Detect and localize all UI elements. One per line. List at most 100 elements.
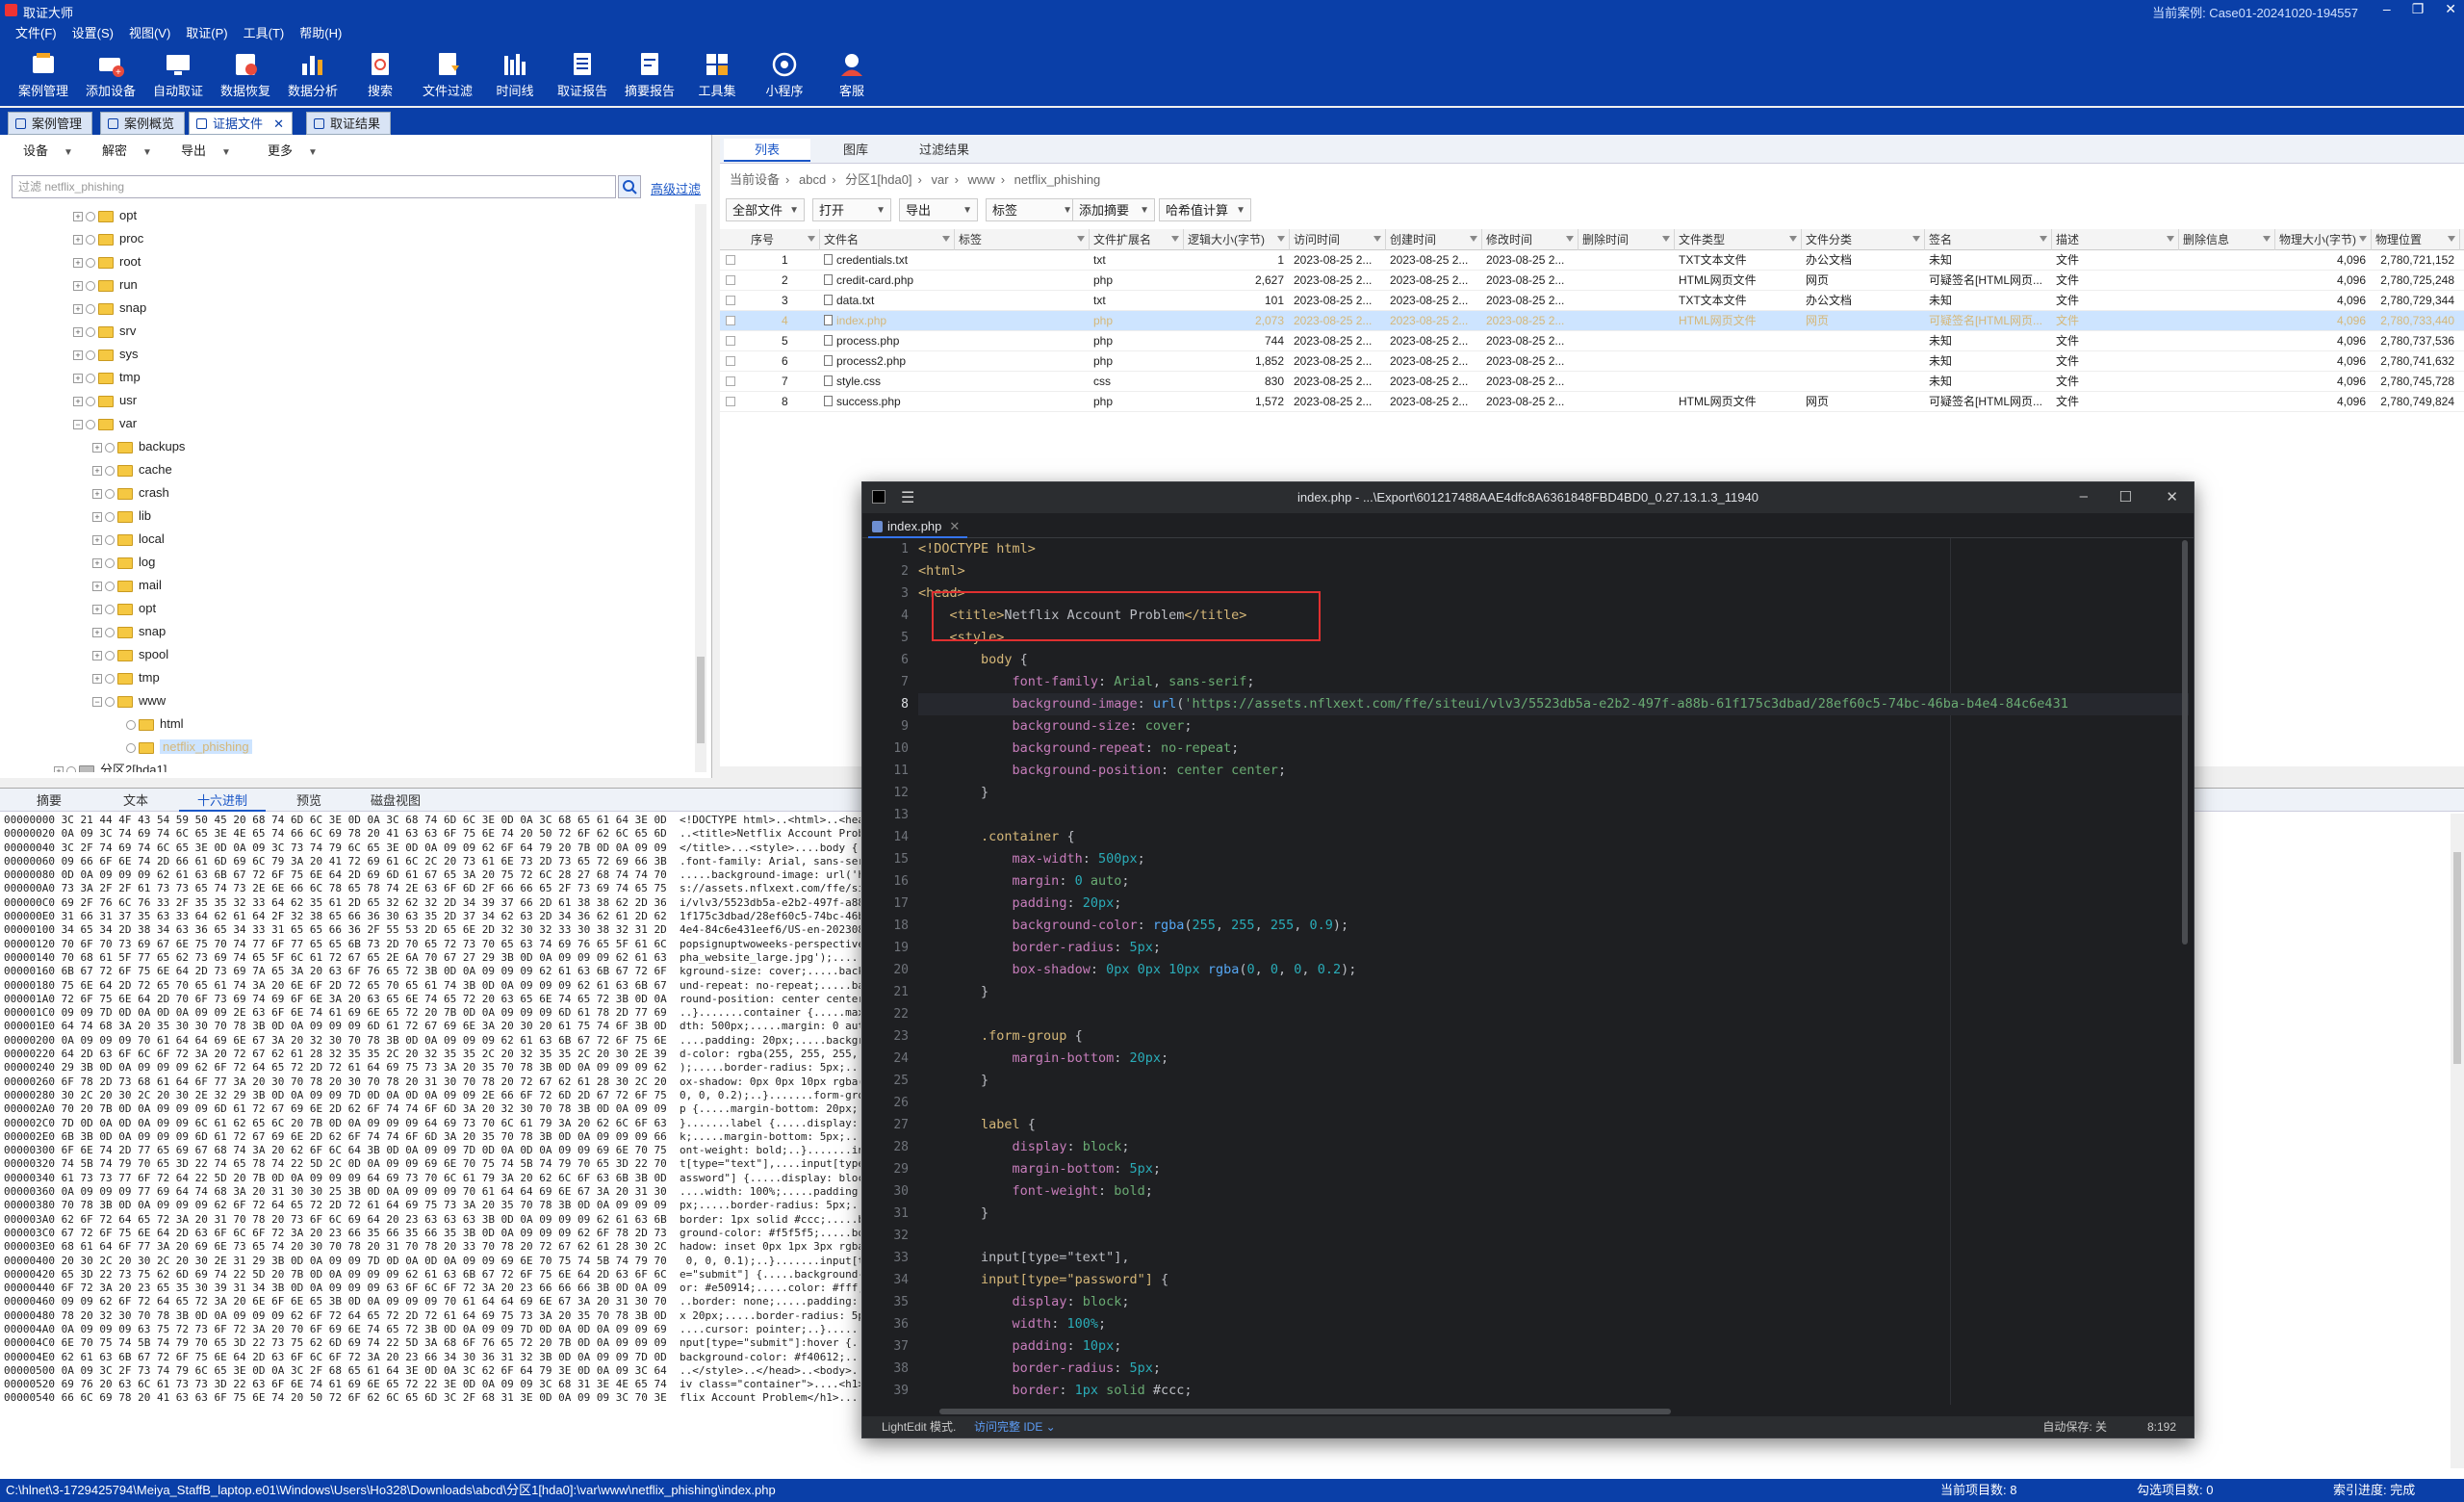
tab-gallery[interactable]: 图库: [812, 139, 899, 162]
tree-checkbox[interactable]: [86, 234, 95, 245]
tree-node[interactable]: + srv: [73, 320, 136, 343]
column-header[interactable]: 访问时间: [1290, 229, 1386, 250]
menu-tools[interactable]: 工具(T): [244, 21, 285, 46]
tree-checkbox[interactable]: [105, 650, 115, 660]
file-filter-button[interactable]: 文件过滤: [414, 50, 481, 99]
row-checkbox[interactable]: [726, 316, 735, 325]
table-row[interactable]: 8 success.php php 1,572 2023-08-25 2... 2023-…: [720, 392, 2464, 412]
column-filter-icon[interactable]: [1470, 236, 1477, 242]
expand-toggle-icon[interactable]: −: [73, 419, 83, 429]
column-filter-icon[interactable]: [1077, 236, 1085, 242]
hash-calc-dropdown[interactable]: 哈希值计算 ▼: [1159, 198, 1251, 221]
column-filter-icon[interactable]: [2040, 236, 2047, 242]
column-filter-icon[interactable]: [1789, 236, 1797, 242]
tree-checkbox[interactable]: [105, 442, 115, 453]
expand-toggle-icon[interactable]: +: [73, 211, 83, 221]
tree-checkbox[interactable]: [86, 396, 95, 406]
column-header[interactable]: 文件分类: [1802, 229, 1925, 250]
expand-toggle-icon[interactable]: +: [73, 303, 83, 314]
tree-node[interactable]: + spool: [92, 643, 168, 666]
tree-node[interactable]: + usr: [73, 389, 137, 412]
tree-checkbox[interactable]: [105, 511, 115, 522]
menu-view[interactable]: 视图(V): [129, 21, 170, 46]
tree-node[interactable]: + sys: [73, 343, 139, 366]
row-checkbox[interactable]: [726, 255, 735, 265]
tab-preview[interactable]: 预览: [266, 790, 352, 812]
column-header[interactable]: 删除信息: [2179, 229, 2275, 250]
expand-toggle-icon[interactable]: −: [92, 696, 102, 707]
editor-hscroll-thumb[interactable]: [939, 1409, 1671, 1414]
tree-node[interactable]: + snap: [73, 297, 146, 320]
tree-node[interactable]: + proc: [73, 227, 143, 250]
tab-case-overview[interactable]: 案例概览: [100, 112, 186, 135]
tree-checkbox[interactable]: [126, 719, 136, 730]
tree-node[interactable]: + log: [92, 551, 155, 574]
case-management-button[interactable]: 案例管理: [10, 50, 77, 99]
expand-toggle-icon[interactable]: +: [92, 581, 102, 591]
tree-node[interactable]: + local: [92, 528, 165, 551]
tree-checkbox[interactable]: [105, 673, 115, 684]
row-checkbox[interactable]: [726, 296, 735, 305]
customer-service-button[interactable]: 客服: [818, 50, 886, 99]
device-dropdown[interactable]: 设备 ▼: [15, 141, 73, 162]
tree-node[interactable]: + opt: [73, 204, 137, 227]
column-filter-icon[interactable]: [1373, 236, 1381, 242]
table-row[interactable]: 3 data.txt txt 101 2023-08-25 2... 2023-08-25…: [720, 291, 2464, 311]
tree-node[interactable]: + crash: [92, 481, 169, 505]
column-header[interactable]: 签名: [1925, 229, 2052, 250]
tree-checkbox[interactable]: [105, 581, 115, 591]
tree-checkbox[interactable]: [105, 488, 115, 499]
tree-checkbox[interactable]: [86, 280, 95, 291]
table-row[interactable]: 4 index.php php 2,073 2023-08-25 2... 2023-08…: [720, 311, 2464, 331]
tree-node[interactable]: html: [114, 712, 184, 736]
expand-toggle-icon[interactable]: +: [54, 765, 64, 772]
tree-node[interactable]: + lib: [92, 505, 151, 528]
toolset-button[interactable]: 工具集: [683, 50, 751, 99]
expand-toggle-icon[interactable]: +: [92, 627, 102, 637]
editor-tab-index-php[interactable]: index.php ✕: [868, 515, 968, 538]
table-row[interactable]: 2 credit-card.php php 2,627 2023-08-25 2... 2…: [720, 271, 2464, 291]
code-area[interactable]: <!DOCTYPE html> <html> <head> <title>Netfl…: [918, 538, 2189, 1405]
tree-node[interactable]: + cache: [92, 458, 172, 481]
expand-toggle-icon[interactable]: +: [73, 350, 83, 360]
tab-case-management[interactable]: 案例管理: [8, 112, 93, 135]
tree-checkbox[interactable]: [86, 373, 95, 383]
tree-checkbox[interactable]: [86, 303, 95, 314]
export-dropdown[interactable]: 导出 ▼: [173, 141, 231, 162]
column-header[interactable]: 物理位置: [2372, 229, 2460, 250]
expand-toggle-icon[interactable]: +: [73, 326, 83, 337]
tree-node[interactable]: + tmp: [73, 366, 141, 389]
add-summary-dropdown[interactable]: 添加摘要 ▼: [1072, 198, 1155, 221]
decrypt-dropdown[interactable]: 解密 ▼: [94, 141, 152, 162]
row-checkbox[interactable]: [726, 275, 735, 285]
column-filter-icon[interactable]: [942, 236, 950, 242]
column-header[interactable]: 描述: [2052, 229, 2179, 250]
tree-node[interactable]: + run: [73, 273, 138, 297]
menu-file[interactable]: 文件(F): [15, 21, 57, 46]
column-filter-icon[interactable]: [1912, 236, 1920, 242]
expand-toggle-icon[interactable]: +: [73, 373, 83, 383]
tree-checkbox[interactable]: [86, 350, 95, 360]
column-header[interactable]: 文件名: [820, 229, 955, 250]
tree-node[interactable]: + mail: [92, 574, 162, 597]
tree-checkbox[interactable]: [105, 465, 115, 476]
expand-toggle-icon[interactable]: +: [92, 557, 102, 568]
expand-toggle-icon[interactable]: +: [92, 650, 102, 660]
tree-scrollbar[interactable]: [695, 204, 706, 772]
column-header[interactable]: 标签: [955, 229, 1090, 250]
expand-toggle-icon[interactable]: +: [92, 604, 102, 614]
menu-settings[interactable]: 设置(S): [72, 21, 114, 46]
editor-vscroll-thumb[interactable]: [2182, 540, 2188, 945]
forensics-report-button[interactable]: 取证报告: [549, 50, 616, 99]
all-files-dropdown[interactable]: 全部文件 ▼: [726, 198, 805, 221]
tab-summary[interactable]: 摘要: [6, 790, 92, 812]
timeline-button[interactable]: 时间线: [481, 50, 549, 99]
data-analysis-button[interactable]: 数据分析: [279, 50, 346, 99]
tree-node[interactable]: + snap: [92, 620, 166, 643]
column-filter-icon[interactable]: [1566, 236, 1574, 242]
menu-help[interactable]: 帮助(H): [299, 21, 342, 46]
editor-close-icon[interactable]: ✕: [2166, 488, 2178, 505]
minimize-icon[interactable]: –: [2383, 1, 2391, 17]
row-checkbox[interactable]: [726, 397, 735, 406]
tree-node[interactable]: netflix_phishing: [114, 736, 252, 759]
